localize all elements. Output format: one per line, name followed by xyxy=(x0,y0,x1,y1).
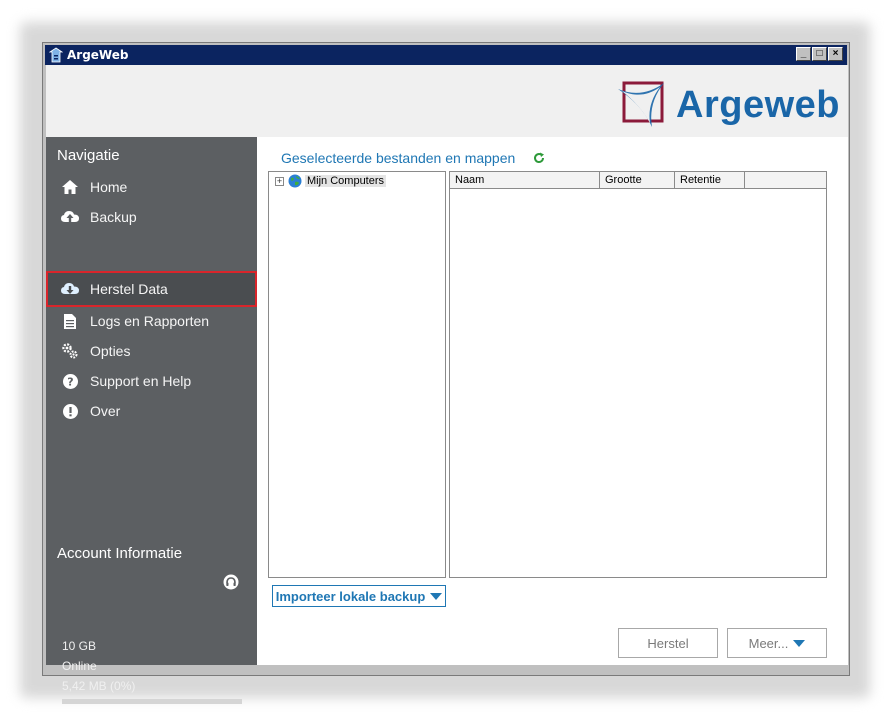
home-icon xyxy=(60,180,80,194)
tree-node-label[interactable]: Mijn Computers xyxy=(305,175,387,187)
svg-text:?: ? xyxy=(67,375,73,388)
sidebar-item-support[interactable]: ? Support en Help xyxy=(46,366,257,396)
sidebar-item-over[interactable]: Over xyxy=(46,396,257,426)
gears-icon xyxy=(60,343,80,359)
file-list-header: Naam Grootte Retentie xyxy=(450,172,826,189)
brand-mark-icon xyxy=(618,81,665,127)
sidebar-item-opties[interactable]: Opties xyxy=(46,336,257,366)
chevron-down-icon xyxy=(430,592,443,600)
main-heading: Geselecteerde bestanden en mappen xyxy=(281,150,545,166)
storage-usage-bar xyxy=(62,699,242,704)
more-button-label: Meer... xyxy=(748,635,789,651)
brand-logo: Argeweb xyxy=(616,79,840,131)
nav-title: Navigatie xyxy=(57,147,120,164)
sidebar-item-home[interactable]: Home xyxy=(46,172,257,202)
globe-icon xyxy=(288,174,302,188)
sidebar: Navigatie Home Backup Herstel Data Logs … xyxy=(46,137,257,704)
sidebar-item-herstel-data[interactable]: Herstel Data xyxy=(46,271,257,307)
file-list[interactable]: Naam Grootte Retentie xyxy=(449,171,827,578)
maximize-button[interactable]: □ xyxy=(812,47,827,61)
minimize-button[interactable]: _ xyxy=(796,47,811,61)
restore-button[interactable]: Herstel xyxy=(618,628,718,658)
sidebar-item-label: Opties xyxy=(90,343,131,359)
folder-tree[interactable]: + Mijn Computers xyxy=(268,171,446,578)
account-status: Online xyxy=(62,659,97,673)
sidebar-item-label: Herstel Data xyxy=(90,281,168,297)
import-button-label: Importeer lokale backup xyxy=(275,588,426,604)
column-retentie[interactable]: Retentie xyxy=(675,172,745,189)
document-icon xyxy=(60,313,80,329)
selected-files-title: Geselecteerde bestanden en mappen xyxy=(281,150,516,166)
more-button[interactable]: Meer... xyxy=(727,628,827,658)
info-exclamation-icon xyxy=(60,403,80,419)
sidebar-item-label: Backup xyxy=(90,209,137,225)
sidebar-item-label: Logs en Rapporten xyxy=(90,313,210,329)
app-icon xyxy=(48,47,64,63)
app-window: ArgeWeb _ □ × Argeweb Navigatie Home Bac… xyxy=(42,42,850,704)
account-quota: 10 GB xyxy=(62,639,97,653)
sidebar-item-label: Home xyxy=(90,179,128,195)
account-title: Account Informatie xyxy=(57,545,183,562)
question-icon: ? xyxy=(60,373,80,389)
sidebar-item-label: Support en Help xyxy=(90,373,192,389)
column-grootte[interactable]: Grootte xyxy=(600,172,675,189)
cloud-download-icon xyxy=(60,282,80,296)
window-title: ArgeWeb xyxy=(67,48,129,62)
main-panel: Geselecteerde bestanden en mappen + Mijn… xyxy=(257,137,848,665)
sidebar-item-label: Over xyxy=(90,403,121,419)
brand-name: Argeweb xyxy=(676,83,840,126)
headset-icon[interactable] xyxy=(223,574,239,595)
title-bar[interactable]: ArgeWeb _ □ × xyxy=(45,45,847,65)
sidebar-item-logs[interactable]: Logs en Rapporten xyxy=(46,306,257,336)
tree-node-mijn-computers[interactable]: + Mijn Computers xyxy=(275,174,387,188)
column-naam[interactable]: Naam xyxy=(450,172,600,189)
import-local-backup-button[interactable]: Importeer lokale backup xyxy=(272,585,446,607)
sidebar-item-backup[interactable]: Backup xyxy=(46,202,257,232)
account-used: 5,42 MB (0%) xyxy=(62,679,136,693)
close-button[interactable]: × xyxy=(828,47,843,61)
cloud-upload-icon xyxy=(60,210,80,224)
brand-header: Argeweb xyxy=(46,65,848,137)
tree-expander[interactable]: + xyxy=(275,176,284,186)
chevron-down-icon xyxy=(793,639,806,647)
refresh-icon[interactable] xyxy=(533,152,545,164)
